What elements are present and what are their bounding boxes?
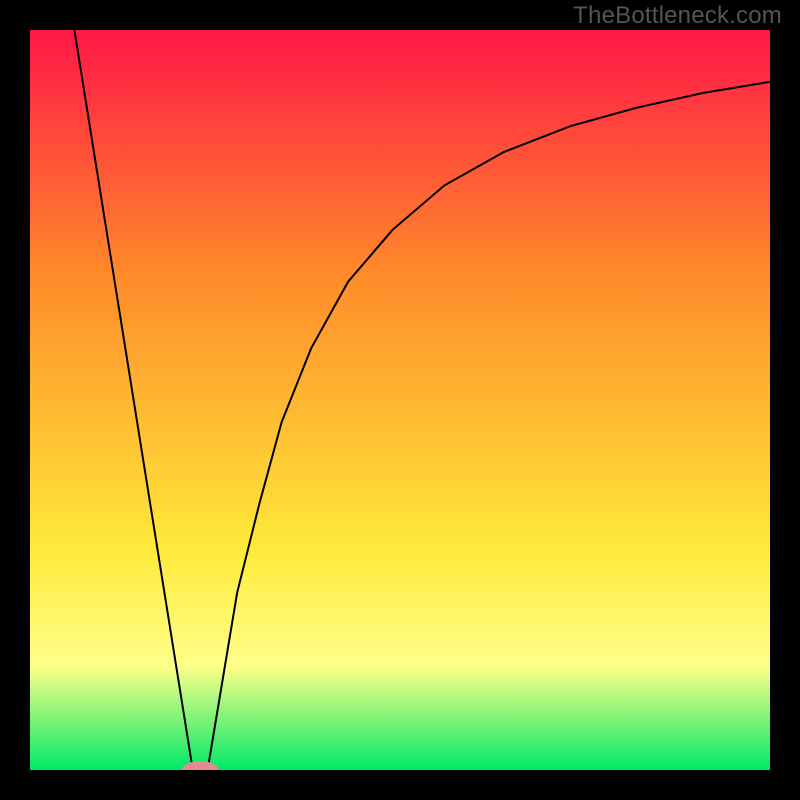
chart-background bbox=[30, 30, 770, 770]
chart-outer-frame: TheBottleneck.com bbox=[0, 0, 800, 800]
watermark-text: TheBottleneck.com bbox=[573, 2, 782, 30]
plot-area bbox=[30, 30, 770, 770]
chart-svg bbox=[30, 30, 770, 770]
